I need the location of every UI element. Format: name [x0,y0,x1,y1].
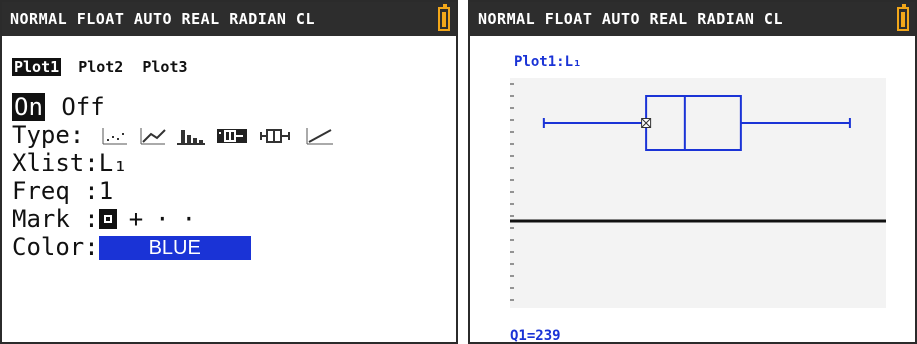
tab-plot1[interactable]: Plot1 [12,58,62,76]
graph-canvas [510,83,886,301]
type-icon-strip [102,128,333,145]
box-q1-q3 [645,95,742,151]
mark-dot-option[interactable]: · [155,205,169,233]
tab-plot2[interactable]: Plot2 [76,58,125,76]
type-label: Type: [12,121,85,149]
off-option[interactable]: Off [59,93,106,121]
freq-row[interactable]: Freq :1 [12,177,113,205]
freq-value[interactable]: 1 [99,177,113,205]
xlist-label: Xlist: [12,149,99,177]
y-axis-ticks [510,83,514,301]
type-icons [99,124,345,148]
mark-label: Mark : [12,205,99,233]
status-text: NORMAL FLOAT AUTO REAL RADIAN CL [478,10,783,28]
modified-boxplot-icon[interactable] [216,129,247,143]
graph-screen: NORMAL FLOAT AUTO REAL RADIAN CL Plot1:L… [468,0,917,344]
color-label: Color: [12,233,99,261]
status-bar: NORMAL FLOAT AUTO REAL RADIAN CL [2,2,456,36]
xy-line-plot-icon[interactable] [140,128,166,145]
boxplot-icon[interactable] [259,129,290,143]
status-text: NORMAL FLOAT AUTO REAL RADIAN CL [10,10,315,28]
mark-plus-option[interactable]: + [129,205,143,233]
status-bar: NORMAL FLOAT AUTO REAL RADIAN CL [470,2,915,36]
xlist-value[interactable]: L₁ [99,149,128,177]
on-option[interactable]: On [12,93,45,121]
battery-icon [438,4,450,31]
on-off-row: On Off [12,93,107,121]
color-value[interactable]: BLUE [98,236,251,260]
plot-tabs: Plot1 Plot2 Plot3 [12,58,196,76]
mark-box-option[interactable] [98,209,117,229]
mark-row: Mark : + · · [12,205,208,233]
type-row: Type: [12,121,345,149]
xlist-row[interactable]: Xlist:L₁ [12,149,128,177]
normal-probability-plot-icon[interactable] [306,128,333,145]
color-row: Color: BLUE [12,233,251,261]
mark-pixel-option[interactable]: · [182,205,196,233]
stat-plot-editor-screen: NORMAL FLOAT AUTO REAL RADIAN CL Plot1 P… [0,0,458,344]
scatter-plot-icon[interactable] [102,128,127,145]
battery-icon [897,4,909,31]
graph-window [510,78,886,308]
trace-cursor [641,118,652,128]
tab-plot3[interactable]: Plot3 [140,58,189,76]
histogram-icon[interactable] [176,130,205,145]
trace-readout: Q1=239 [510,328,561,344]
plot-label: Plot1:L₁ [514,54,582,70]
freq-label: Freq : [12,177,99,205]
